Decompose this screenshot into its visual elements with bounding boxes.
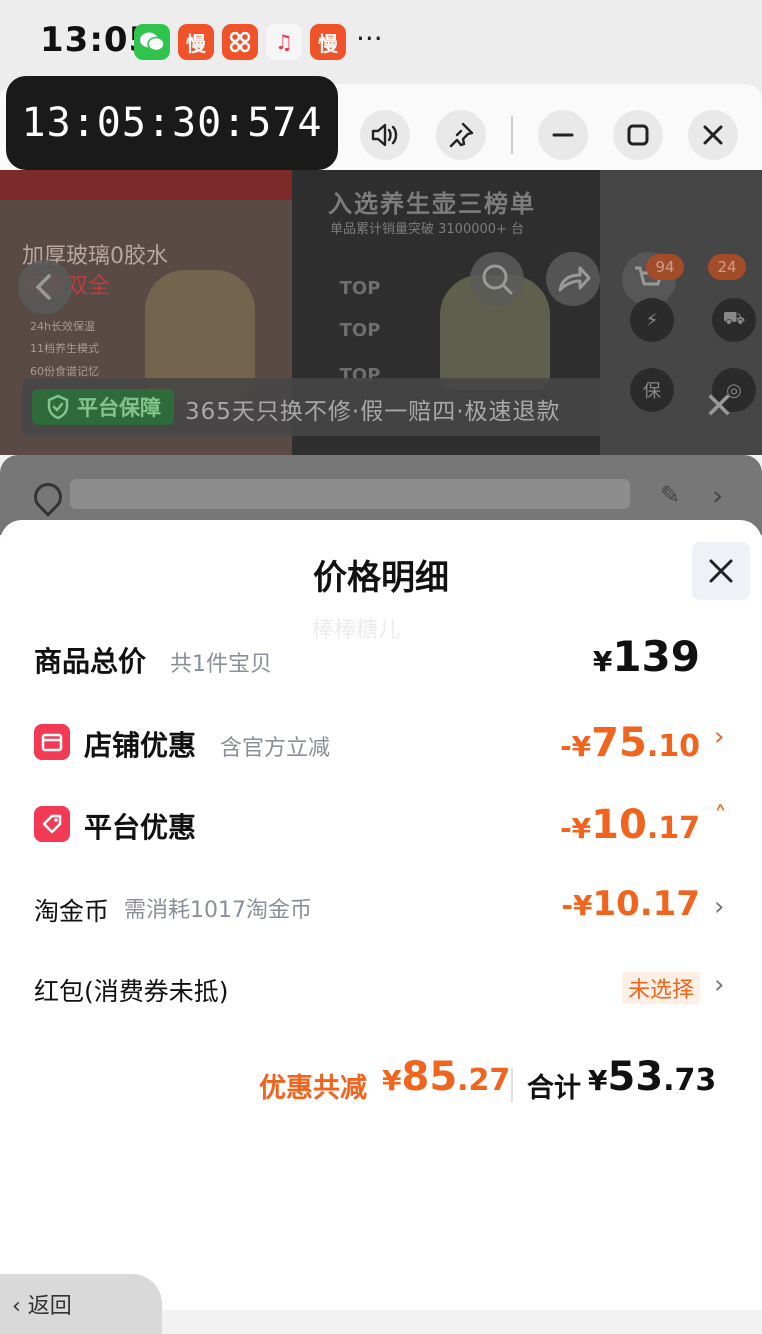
back-arrow-button[interactable]	[18, 260, 72, 314]
platform-discount-amount: -¥10.17	[560, 802, 700, 848]
share-button[interactable]	[546, 252, 600, 306]
address-text-blurred	[70, 479, 630, 509]
close-banner-icon[interactable]: ✕	[704, 386, 734, 427]
guarantee-banner: 平台保障 365天只换不修·假一赔四·极速退款	[22, 378, 618, 436]
share-icon	[558, 266, 591, 292]
shop-icon	[34, 724, 70, 760]
wechat-icon	[134, 24, 170, 60]
close-window-button[interactable]	[688, 110, 738, 160]
tag-icon	[34, 806, 70, 842]
maximize-icon	[627, 124, 649, 146]
top-badge: TOP	[339, 278, 381, 299]
platform-discount-label: 平台优惠	[84, 811, 197, 844]
apps-grid-icon	[222, 24, 258, 60]
shop-discount-note: 含官方立减	[220, 736, 331, 761]
total-price-amount: ¥139	[592, 632, 700, 681]
top-badge: TOP	[339, 320, 381, 341]
chevron-up-icon[interactable]: ˄	[714, 802, 727, 832]
volume-icon	[371, 123, 398, 147]
more-icon: ···	[356, 22, 383, 55]
discount-total-amount: ¥85.27	[382, 1054, 511, 1100]
shop-discount-amount: -¥75.10	[560, 720, 700, 766]
pin-button[interactable]	[436, 110, 486, 160]
product-feature: 11档养生模式	[30, 342, 99, 355]
back-label: ‹ 返回	[12, 1294, 72, 1319]
coins-note: 需消耗1017淘金币	[124, 898, 312, 923]
edit-icon[interactable]: ✎	[660, 481, 680, 509]
message-badge: 24	[708, 254, 746, 280]
coins-label: 淘金币	[34, 897, 110, 926]
product-headline: 入选养生壶三榜单	[328, 190, 536, 218]
minimize-button[interactable]	[538, 110, 588, 160]
not-selected-chip[interactable]: 未选择	[622, 972, 701, 1004]
total-price-label: 商品总价	[34, 645, 147, 678]
product-feature: 60份食谱记忆	[30, 365, 99, 378]
platform-discount-row[interactable]: 平台优惠 -¥10.17 ˄	[0, 802, 762, 866]
shop-discount-row[interactable]: 店铺优惠 含官方立减 -¥75.10 ›	[0, 720, 762, 784]
guarantee-badge: 平台保障	[32, 389, 174, 425]
toolbar-divider	[511, 116, 513, 154]
shop-discount-label: 店铺优惠	[84, 729, 197, 762]
product-sales: 单品累计销量突破 3100000+ 台	[330, 222, 525, 237]
coins-amount: -¥10.17	[561, 884, 700, 924]
coins-row[interactable]: 淘金币 需消耗1017淘金币 -¥10.17 ›	[0, 884, 762, 946]
total-price-note: 共1件宝贝	[170, 652, 272, 677]
chevron-left-icon	[35, 274, 51, 300]
shield-check-icon	[47, 394, 69, 420]
back-button[interactable]: ‹ 返回	[0, 1274, 162, 1334]
chevron-right-icon[interactable]: ›	[714, 892, 724, 922]
chevron-right-icon[interactable]: ›	[712, 479, 723, 512]
slow-icon: 慢	[178, 24, 214, 60]
grand-total-amount: ¥53.73	[588, 1054, 717, 1100]
red-packet-label: 红包(消费券未抵)	[34, 977, 229, 1006]
location-pin-icon	[28, 477, 68, 517]
close-icon	[709, 559, 733, 583]
protect-icon: 保	[630, 368, 674, 412]
flash-icon: ⚡	[630, 298, 674, 342]
minimize-icon	[552, 133, 574, 137]
price-detail-sheet: 价格明细 棒棒糖儿 商品总价 共1件宝贝 ¥139 店铺优惠 含官方立减 -¥7…	[0, 520, 762, 1310]
summary-divider	[511, 1068, 513, 1102]
slow-icon-2: 慢	[310, 24, 346, 60]
delivery-icon: ⛟	[712, 298, 756, 342]
guarantee-badge-label: 平台保障	[77, 396, 161, 420]
product-image-header	[0, 170, 292, 200]
maximize-button[interactable]	[613, 110, 663, 160]
volume-button[interactable]	[360, 110, 410, 160]
red-packet-row[interactable]: 红包(消费券未抵) 未选择 ›	[0, 970, 762, 1032]
search-icon	[482, 264, 513, 295]
music-icon: ♫	[266, 24, 302, 60]
chevron-right-icon[interactable]: ›	[714, 970, 724, 1000]
close-sheet-button[interactable]	[692, 542, 750, 600]
search-button[interactable]	[470, 252, 524, 306]
price-summary: 优惠共减 ¥85.27 合计 ¥53.73	[0, 1054, 762, 1120]
discount-total-label: 优惠共减	[259, 1073, 367, 1104]
product-feature: 24h长效保温	[30, 320, 95, 333]
pin-icon	[449, 122, 474, 148]
chevron-right-icon[interactable]: ›	[714, 722, 724, 752]
floating-clock: 13:05:30:574	[6, 76, 338, 170]
close-icon	[703, 125, 723, 145]
sheet-title: 价格明细	[313, 558, 449, 598]
total-price-row: 商品总价 共1件宝贝 ¥139	[0, 632, 762, 700]
guarantee-text: 365天只换不修·假一赔四·极速退款	[185, 399, 561, 425]
grand-total-label: 合计	[527, 1073, 581, 1104]
cart-badge: 94	[646, 254, 684, 280]
